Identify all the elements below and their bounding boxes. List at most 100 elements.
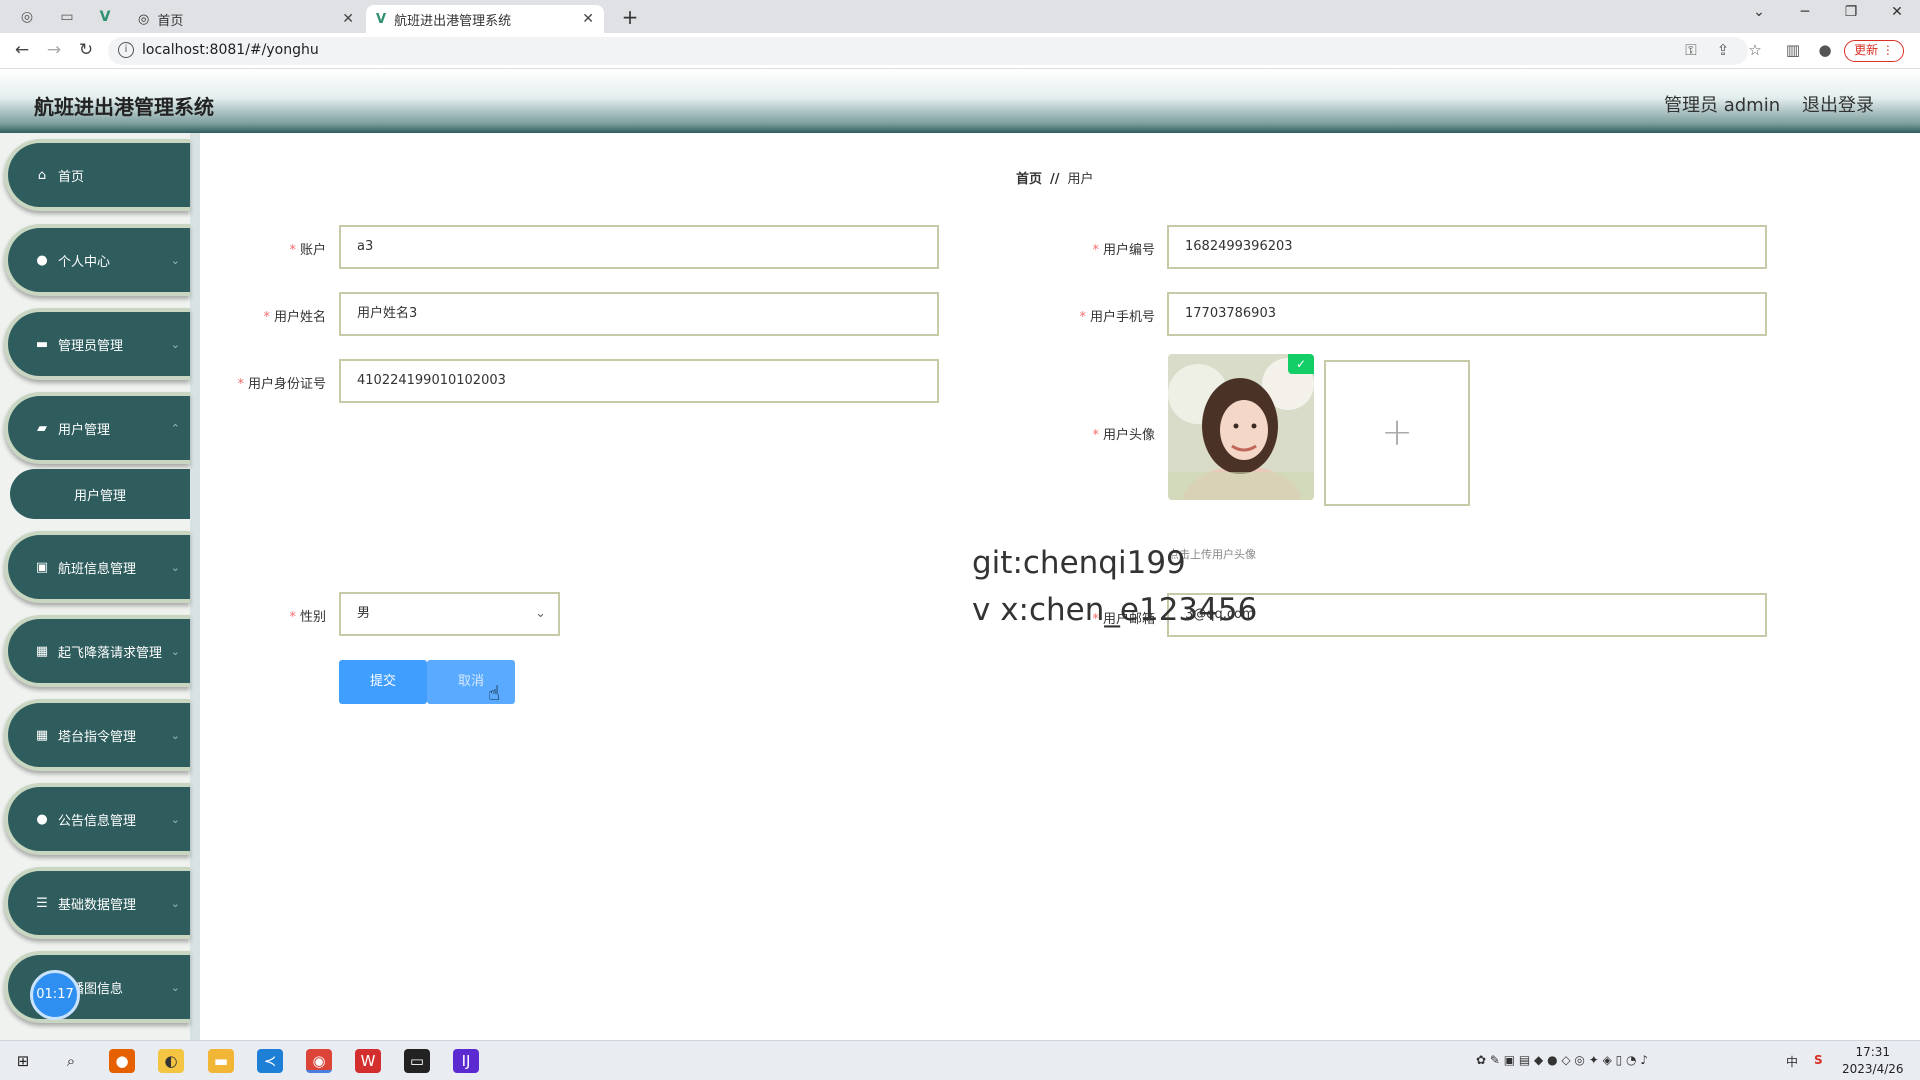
user-no-label: * 用户编号 [1092,243,1155,258]
sidebar-item-user-mgmt[interactable]: ▰ 用户管理 ⌃ [4,392,190,464]
chevron-up-icon: ⌃ [170,421,180,435]
person-icon: ● [36,252,48,268]
side-panel-icon[interactable]: ▥ [1782,41,1804,59]
firefox-icon[interactable]: ● [109,1049,135,1073]
sidebar-item-takeoff-landing[interactable]: ▦ 起飞降落请求管理 ⌄ [4,615,190,687]
minimize-button[interactable]: ─ [1790,4,1820,20]
app-header: 航班进出港管理系统 管理员 admin 退出登录 [0,69,1920,133]
account-label: * 账户 [289,243,326,258]
terminal-icon[interactable]: ▭ [404,1049,430,1073]
sidebar-edge [190,133,200,1040]
chevron-down-icon: ⌄ [170,253,180,267]
intellij-icon[interactable]: IJ [453,1049,479,1073]
gender-label: * 性别 [289,610,326,625]
chrome-icon[interactable]: ◉ [306,1049,332,1073]
pinned-tab-vue-icon[interactable]: V [92,4,118,30]
close-window-button[interactable]: ✕ [1882,4,1912,20]
breadcrumb-current: 用户 [1067,172,1094,187]
forward-button[interactable]: → [42,40,66,60]
sidebar-item-admin-mgmt[interactable]: ▬ 管理员管理 ⌄ [4,308,190,380]
restore-button[interactable]: ❐ [1836,4,1866,20]
sidebar-item-base-data[interactable]: ☰ 基础数据管理 ⌄ [4,867,190,939]
wps-icon[interactable]: W [355,1049,381,1073]
file-explorer-icon[interactable]: ▬ [208,1049,234,1073]
reload-button[interactable]: ↻ [74,40,98,60]
logout-link[interactable]: 退出登录 [1802,91,1874,117]
name-label: * 用户姓名 [263,310,326,325]
home-icon: ⌂ [37,167,47,183]
sidebar-subitem-user-mgmt[interactable]: 用户管理 [10,469,190,519]
sidebar-item-announcements[interactable]: ● 公告信息管理 ⌄ [4,783,190,855]
gender-select[interactable]: 男 ⌄ [339,592,560,636]
close-icon[interactable]: ✕ [342,11,354,27]
close-icon[interactable]: ✕ [582,11,594,27]
app-title: 航班进出港管理系统 [34,95,214,119]
search-icon[interactable]: ⌕ [58,1049,84,1073]
chevron-down-icon: ⌄ [170,812,180,826]
browser-tab-strip: ◎ ▭ V ◎ 首页 ✕ V 航班进出港管理系统 ✕ + ⌄ ─ ❐ ✕ [0,0,1920,33]
pinned-tab-blank-icon[interactable]: ▭ [54,4,80,30]
sidebar: ⌂ 首页 ● 个人中心 ⌄ ▬ 管理员管理 ⌄ ▰ 用户管理 ⌃ 用户管理 ▣ … [0,133,200,1040]
sidebar-item-tower-command[interactable]: ▦ 塔台指令管理 ⌄ [4,699,190,771]
breadcrumb: 首页//用户 [1016,172,1094,187]
avatar-label: * 用户头像 [1092,428,1155,443]
name-input[interactable]: 用户姓名3 [339,292,939,336]
recording-timer-badge[interactable]: 01:17 [30,970,80,1020]
submit-button[interactable]: 提交 [339,660,427,704]
bulb-icon: ● [36,811,48,827]
chat-icon: ▬ [35,336,49,352]
ticket-icon: ▰ [37,420,47,436]
os-taskbar: ⊞ ⌕ ● ◐ ▬ ≺ ◉ W ▭ IJ ✿ ✎ ▣ ▤ ◆ ● ◇ ◎ ✦ ◈… [0,1040,1920,1080]
taskbar-clock[interactable]: 17:31 2023/4/26 [1842,1044,1904,1078]
idcard-label: * 用户身份证号 [237,377,326,392]
list-icon: ☰ [36,895,48,911]
share-icon[interactable]: ⇪ [1712,41,1734,59]
bird-app-icon[interactable]: ◐ [158,1049,184,1073]
chevron-down-icon: ⌄ [170,980,180,994]
sidebar-item-flight-info[interactable]: ▣ 航班信息管理 ⌄ [4,531,190,603]
chevron-down-icon: ⌄ [170,896,180,910]
sogou-icon[interactable]: S [1814,1053,1823,1067]
key-icon[interactable]: ⚿ [1680,41,1702,59]
vscode-icon[interactable]: ≺ [257,1049,283,1073]
tray-icons[interactable]: ✿ ✎ ▣ ▤ ◆ ● ◇ ◎ ✦ ◈ ▯ ◔ ♪ [1476,1053,1648,1067]
grid-icon: ▦ [35,643,49,659]
chevron-down-icon: ⌄ [170,337,180,351]
site-info-icon[interactable]: i [118,42,134,58]
phone-input[interactable]: 17703786903 [1167,292,1767,336]
current-user-label: 管理员 admin [1664,95,1781,116]
tab-search-chevron-icon[interactable]: ⌄ [1744,4,1774,20]
grid-icon: ▦ [35,727,49,743]
avatar-preview[interactable] [1168,354,1314,500]
tab-home[interactable]: ◎ 首页 ✕ [128,5,364,33]
idcard-input[interactable]: 410224199010102003 [339,359,939,403]
watermark-line2: v x:chen_e123456 [972,592,1258,628]
chevron-down-icon: ⌄ [170,560,180,574]
ime-indicator[interactable]: 中 [1786,1053,1798,1070]
avatar-photo [1168,354,1314,500]
tab-active-app[interactable]: V 航班进出港管理系统 ✕ [366,5,604,33]
globe-icon: ◎ [138,11,150,27]
new-tab-button[interactable]: + [617,5,643,29]
account-input[interactable]: a3 [339,225,939,269]
vue-icon: V [376,11,387,27]
user-no-input[interactable]: 1682499396203 [1167,225,1767,269]
back-button[interactable]: ← [10,40,34,60]
profile-icon[interactable]: ● [1814,41,1836,59]
pinned-tab-icon[interactable]: ◎ [14,4,40,30]
sidebar-item-home[interactable]: ⌂ 首页 [4,139,190,211]
avatar-upload-plus-button[interactable]: + [1324,360,1470,506]
upload-success-check-icon: ✓ [1288,354,1314,374]
update-button[interactable]: 更新 ⋮ [1844,40,1904,62]
chevron-down-icon: ⌄ [170,644,180,658]
sidebar-item-profile[interactable]: ● 个人中心 ⌄ [4,224,190,296]
chevron-down-icon: ⌄ [535,606,546,621]
start-icon[interactable]: ⊞ [10,1049,36,1073]
chevron-down-icon: ⌄ [170,728,180,742]
url-field[interactable]: i localhost:8081/#/yonghu ⚿ ⇪ [108,37,1748,65]
breadcrumb-home[interactable]: 首页 [1016,172,1042,187]
clipboard-icon: ▣ [35,559,49,575]
phone-label: * 用户手机号 [1079,310,1155,325]
bookmark-star-icon[interactable]: ☆ [1744,41,1766,59]
cancel-button[interactable]: 取消 [427,660,515,704]
